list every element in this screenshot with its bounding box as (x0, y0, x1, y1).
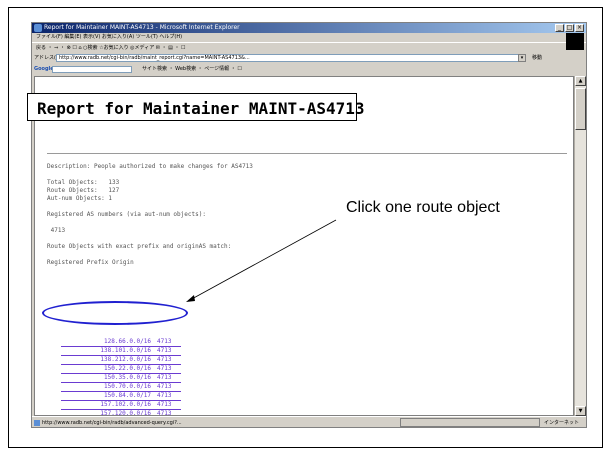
address-dropdown-icon[interactable]: ▾ (518, 54, 526, 62)
scroll-down-icon[interactable]: ▼ (575, 406, 586, 416)
toolbar-buttons[interactable]: 戻る ・ ⇒ ・ ⊗ ☐ ⌂ ○検索 ☆お気に入り ◎メディア ✉ ・ ▤ ・ … (36, 45, 186, 51)
route-origin[interactable]: 4713 (157, 400, 171, 409)
route-prefix[interactable]: 128.66.0.0/16 (61, 337, 151, 346)
route-prefix[interactable]: 157.120.0.0/16 (61, 409, 151, 415)
route-origin[interactable]: 4713 (157, 346, 171, 355)
route-origin[interactable]: 4713 (157, 337, 171, 346)
route-origin[interactable]: 4713 (157, 373, 171, 382)
menu-items[interactable]: ファイル(F) 編集(E) 表示(V) お気に入り(A) ツール(T) ヘルプ(… (36, 34, 182, 40)
page-content: Description: People authorized to make c… (34, 76, 574, 416)
scroll-up-icon[interactable]: ▲ (575, 76, 586, 86)
route-origin[interactable]: 4713 (157, 409, 171, 415)
google-toolbar-buttons[interactable]: サイト検索 ・ Web検索 ・ ページ情報 ・ ☐ (142, 64, 242, 75)
route-prefix[interactable]: 150.22.0.0/16 (61, 364, 151, 373)
route-prefix[interactable]: 138.101.0.0/16 (61, 346, 151, 355)
route-object-link[interactable]: 157.120.0.0/16 4713 (61, 409, 181, 415)
go-button[interactable]: 移動 (532, 53, 542, 64)
divider (47, 153, 567, 154)
menu-bar[interactable]: ファイル(F) 編集(E) 表示(V) お気に入り(A) ツール(T) ヘルプ(… (32, 33, 586, 42)
close-button[interactable]: × (575, 24, 584, 32)
browser-window: Report for Maintainer MAINT-AS4713 - Mic… (31, 22, 587, 428)
vertical-scrollbar[interactable]: ▲ ▼ (574, 76, 586, 416)
address-input[interactable]: http://www.radb.net/cgi-bin/radb/maint_r… (56, 54, 526, 62)
route-prefix[interactable]: 138.212.0.0/16 (61, 355, 151, 364)
route-origin[interactable]: 4713 (157, 382, 171, 391)
windows-logo-icon (566, 33, 584, 50)
page-icon (34, 420, 40, 426)
security-zone: インターネット (544, 420, 580, 426)
route-origin[interactable]: 4713 (157, 355, 171, 364)
report-title-box: Report for Maintainer MAINT-AS4713 (27, 93, 365, 121)
route-prefix[interactable]: 150.84.0.0/17 (61, 391, 151, 400)
window-title: Report for Maintainer MAINT-AS4713 - Mic… (44, 24, 240, 31)
status-bar: http://www.radb.net/cgi-bin/radb/advance… (32, 416, 586, 427)
route-prefix[interactable]: 150.35.0.0/16 (61, 373, 151, 382)
google-toolbar: Google サイト検索 ・ Web検索 ・ ページ情報 ・ ☐ (32, 64, 586, 75)
taskbar-tray (400, 418, 540, 427)
route-prefix[interactable]: 157.102.0.0/16 (61, 400, 151, 409)
report-body: Description: People authorized to make c… (47, 163, 253, 266)
route-origin[interactable]: 4713 (157, 391, 171, 400)
highlight-ellipse (42, 301, 188, 325)
window-controls: _ □ × (555, 24, 584, 32)
route-prefix[interactable]: 150.70.0.0/16 (61, 382, 151, 391)
callout-text: Click one route object (346, 199, 500, 216)
scroll-thumb[interactable] (575, 88, 586, 130)
ie-icon (34, 24, 42, 32)
minimize-button[interactable]: _ (555, 24, 564, 32)
route-origin[interactable]: 4713 (157, 364, 171, 373)
status-text: http://www.radb.net/cgi-bin/radb/advance… (42, 420, 182, 426)
address-bar: アドレス(D) http://www.radb.net/cgi-bin/radb… (32, 53, 586, 64)
google-search-input[interactable] (52, 66, 132, 73)
google-logo: Google (34, 66, 54, 72)
page-title: Report for Maintainer MAINT-AS4713 (37, 99, 365, 118)
title-bar: Report for Maintainer MAINT-AS4713 - Mic… (32, 23, 586, 33)
maximize-button[interactable]: □ (565, 24, 574, 32)
